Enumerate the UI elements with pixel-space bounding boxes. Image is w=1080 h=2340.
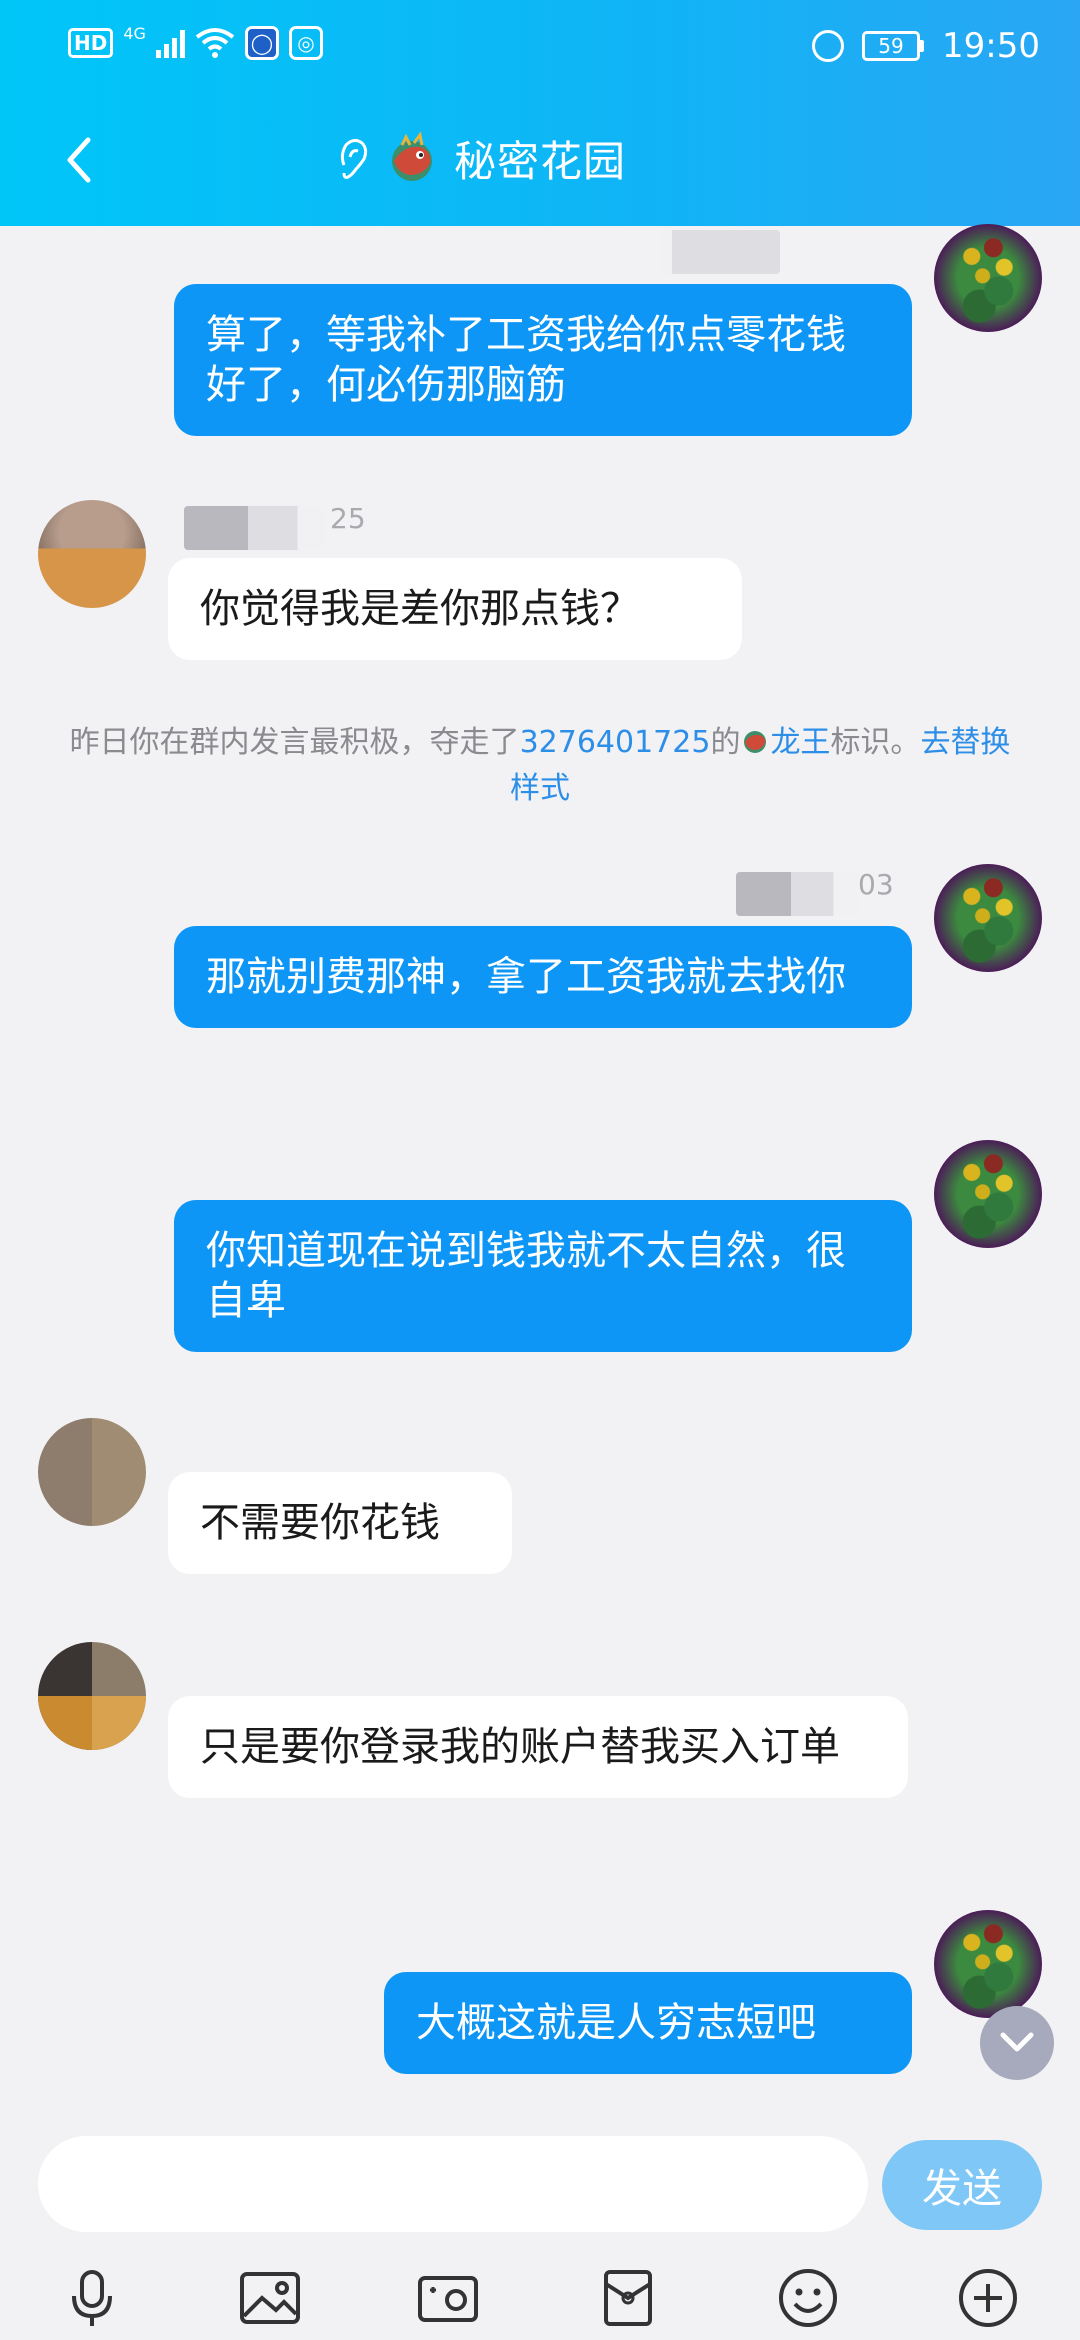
battery-icon: 59: [862, 31, 925, 61]
avatar-self[interactable]: [934, 1140, 1042, 1248]
notice-text: 昨日你在群内发言最积极，夺走了: [69, 725, 520, 760]
message-bubble-other[interactable]: 不需要你花钱: [168, 1472, 512, 1574]
message-bubble-other[interactable]: 你觉得我是差你那点钱？: [168, 558, 742, 660]
message-bubble-self[interactable]: 那就别费那神，拿了工资我就去找你: [174, 926, 912, 1028]
chat-title-area[interactable]: 秘密花园: [336, 128, 626, 189]
network-type: 4G: [123, 23, 146, 43]
avatar-self[interactable]: [934, 864, 1042, 972]
message-bubble-other[interactable]: 只是要你登录我的账户替我买入订单: [168, 1696, 908, 1798]
hd-badge: HD: [68, 28, 114, 58]
bulb-notification-icon: ◯: [244, 26, 279, 60]
app-notification-icon: ◎: [288, 26, 323, 60]
scroll-to-bottom-button[interactable]: [980, 2006, 1054, 2080]
notice-text: 标识。: [830, 725, 921, 760]
dragon-king-icon: [744, 731, 767, 753]
message-bubble-self[interactable]: 大概这就是人穷志短吧: [384, 1972, 912, 2074]
camera-icon[interactable]: [416, 2266, 480, 2330]
chat-title: 秘密花园: [454, 137, 627, 186]
sender-name-blurred: [660, 230, 780, 274]
chat-header: HD 4G ◯ ◎ 59 19:50 秘密花园: [0, 0, 1080, 226]
input-area: 发送: [0, 2116, 1080, 2340]
message-bubble-self[interactable]: 算了，等我补了工资我给你点零花钱好了，何必伤那脑筋: [174, 284, 912, 436]
avatar-other[interactable]: [38, 1642, 146, 1750]
nav-bar: 秘密花园: [0, 110, 1080, 210]
red-packet-icon[interactable]: [596, 2266, 660, 2330]
emoji-icon[interactable]: [776, 2266, 840, 2330]
ear-icon: [340, 138, 368, 179]
chevron-down-icon: [1000, 2032, 1034, 2052]
image-icon[interactable]: [238, 2266, 302, 2330]
sender-name-suffix: 03: [858, 868, 894, 901]
microphone-icon[interactable]: [60, 2266, 124, 2330]
avatar-self[interactable]: [934, 224, 1042, 332]
input-toolbar: [0, 2266, 1080, 2336]
wifi-icon: [195, 28, 235, 58]
battery-level: 59: [862, 31, 921, 61]
qq-id-link[interactable]: 3276401725: [520, 725, 711, 760]
alarm-icon: [812, 30, 845, 62]
avatar-other[interactable]: [38, 500, 146, 608]
dragon-king-label[interactable]: 龙王: [770, 725, 830, 760]
clock: 19:50: [942, 26, 1040, 66]
sender-name-blurred: [736, 872, 858, 916]
status-bar: HD 4G ◯ ◎ 59 19:50: [0, 0, 1080, 92]
avatar-self[interactable]: [934, 1910, 1042, 2018]
back-arrow-icon[interactable]: [50, 130, 110, 190]
sender-name-blurred: [184, 506, 326, 550]
sender-name-suffix: 25: [330, 502, 366, 535]
message-input[interactable]: [38, 2136, 868, 2232]
signal-icon: [155, 28, 185, 58]
avatar-other[interactable]: [38, 1418, 146, 1526]
plus-icon[interactable]: [956, 2266, 1020, 2330]
message-bubble-self[interactable]: 你知道现在说到钱我就不太自然，很自卑: [174, 1200, 912, 1352]
system-notice: 昨日你在群内发言最积极，夺走了3276401725的 龙王标识。去替换样式: [60, 720, 1020, 812]
send-button[interactable]: 发送: [882, 2140, 1042, 2230]
notice-text: 的: [710, 725, 741, 760]
dragon-emblem-icon: [392, 130, 432, 181]
